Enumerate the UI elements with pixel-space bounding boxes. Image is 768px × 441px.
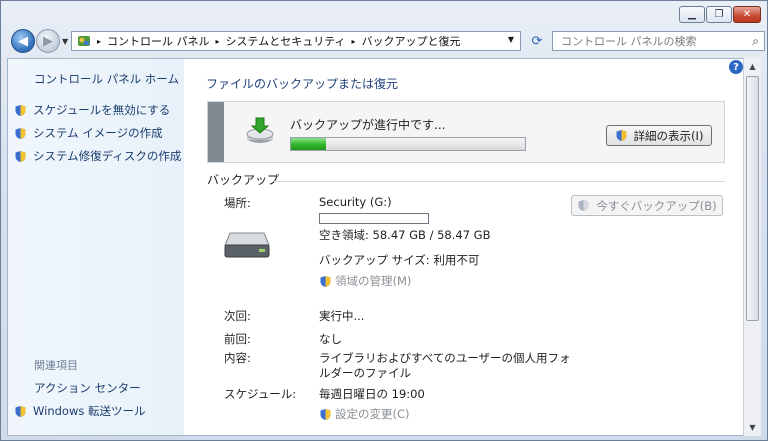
breadcrumb-separator[interactable]: ▸ xyxy=(216,37,220,46)
search-placeholder: コントロール パネルの検索 xyxy=(561,35,697,48)
progress-status: バックアップが進行中です... xyxy=(290,118,446,132)
next-label: 次回: xyxy=(224,309,251,323)
progress-bar xyxy=(290,137,526,151)
last-value: なし xyxy=(319,332,342,346)
create-system-image-link[interactable]: システム イメージの作成 xyxy=(14,125,163,141)
breadcrumb-backup-restore[interactable]: バックアップと復元 xyxy=(362,33,461,49)
scroll-up-icon[interactable]: ▲ xyxy=(744,59,761,74)
manage-space-label: 領域の管理(M) xyxy=(335,274,412,288)
breadcrumb-separator[interactable]: ▸ xyxy=(97,37,101,46)
search-icon[interactable]: ⌕ xyxy=(752,34,759,49)
page-title: ファイルのバックアップまたは復元 xyxy=(206,77,399,91)
control-panel-icon xyxy=(78,36,90,46)
shield-icon xyxy=(15,405,26,417)
maximize-button[interactable]: ❐ xyxy=(706,6,732,23)
disable-schedule-label: スケジュールを無効にする xyxy=(33,103,171,117)
shield-icon xyxy=(15,150,26,162)
backup-now-button[interactable]: 今すぐバックアップ(B) xyxy=(571,195,723,216)
progress-fill xyxy=(291,138,327,150)
back-button[interactable]: ◀ xyxy=(11,29,35,53)
breadcrumb: ▸ コントロール パネル ▸ システムとセキュリティ ▸ バックアップと復元 xyxy=(91,33,461,49)
free-space: 空き領域: 58.47 GB / 58.47 GB xyxy=(319,228,491,242)
contents-label: 内容: xyxy=(224,351,251,365)
window-controls: ▁ ❐ ✕ xyxy=(679,6,761,23)
control-panel-home-link[interactable]: コントロール パネル ホーム xyxy=(34,71,179,87)
shield-icon xyxy=(578,200,589,211)
breadcrumb-control-panel[interactable]: コントロール パネル xyxy=(107,33,210,49)
create-system-image-label: システム イメージの作成 xyxy=(33,126,163,140)
backup-now-label: 今すぐバックアップ(B) xyxy=(596,198,717,213)
forward-button[interactable]: ▶ xyxy=(36,29,60,53)
next-value: 実行中... xyxy=(319,309,365,323)
backup-drive-name: Security (G:) xyxy=(319,195,392,209)
backup-section-title: バックアップ xyxy=(207,173,280,187)
related-title: 関連項目 xyxy=(34,359,78,372)
view-details-label: 詳細の表示(I) xyxy=(633,128,704,143)
navigation-bar: ◀ ▶ ▼ ▸ コントロール パネル ▸ システムとセキュリティ ▸ バックアッ… xyxy=(7,29,765,57)
breadcrumb-separator[interactable]: ▸ xyxy=(352,37,356,46)
manage-space-link[interactable]: 領域の管理(M) xyxy=(319,273,411,289)
title-bar: ▁ ❐ ✕ xyxy=(1,1,767,29)
address-dropdown-icon[interactable]: ▼ xyxy=(508,35,514,44)
contents-value-line2: ルダーのファイル xyxy=(319,366,411,380)
action-center-link[interactable]: アクション センター xyxy=(34,380,141,396)
close-button[interactable]: ✕ xyxy=(733,6,761,23)
shield-icon xyxy=(616,130,627,141)
breadcrumb-system-security[interactable]: システムとセキュリティ xyxy=(226,33,346,49)
last-label: 前回: xyxy=(224,332,251,346)
create-repair-disc-link[interactable]: システム修復ディスクの作成 xyxy=(14,148,181,164)
location-label: 場所: xyxy=(224,196,251,210)
view-details-button[interactable]: 詳細の表示(I) xyxy=(606,125,712,146)
vertical-scrollbar[interactable]: ▲ ▼ xyxy=(743,58,761,436)
address-bar[interactable]: ▸ コントロール パネル ▸ システムとセキュリティ ▸ バックアップと復元 ▼ xyxy=(71,31,521,51)
drive-icon xyxy=(224,232,270,258)
sidebar: コントロール パネル ホーム スケジュールを無効にする システム イメージの作成… xyxy=(8,59,184,435)
shield-icon xyxy=(15,127,26,139)
change-settings-link[interactable]: 設定の変更(C) xyxy=(319,406,410,422)
windows-transfer-link[interactable]: Windows 転送ツール xyxy=(14,403,146,419)
panel-accent-bar xyxy=(208,102,224,162)
backup-icon xyxy=(246,117,274,143)
backup-restore-window: ▁ ❐ ✕ ◀ ▶ ▼ ▸ コントロール パネル ▸ システムとセキュリティ ▸… xyxy=(0,0,768,441)
refresh-icon[interactable]: ⟳ xyxy=(525,31,549,51)
backup-size: バックアップ サイズ: 利用不可 xyxy=(319,253,480,267)
help-icon[interactable]: ? xyxy=(729,60,743,74)
shield-icon xyxy=(320,275,331,287)
drive-usage-bar xyxy=(319,213,429,224)
scroll-down-icon[interactable]: ▼ xyxy=(744,420,761,435)
shield-icon xyxy=(15,104,26,116)
windows-transfer-label: Windows 転送ツール xyxy=(33,404,146,418)
scroll-thumb[interactable] xyxy=(746,76,759,321)
schedule-value: 毎週日曜日の 19:00 xyxy=(319,387,425,401)
search-input[interactable]: コントロール パネルの検索 ⌕ xyxy=(552,31,765,51)
create-repair-disc-label: システム修復ディスクの作成 xyxy=(33,149,182,163)
change-settings-label: 設定の変更(C) xyxy=(335,407,410,421)
contents-value-line1: ライブラリおよびすべてのユーザーの個人用フォ xyxy=(319,351,571,365)
recent-pages-dropdown[interactable]: ▼ xyxy=(62,37,68,46)
backup-progress-panel: バックアップが進行中です... 詳細の表示(I) xyxy=(207,101,725,163)
disable-schedule-link[interactable]: スケジュールを無効にする xyxy=(14,102,170,118)
content-area: コントロール パネル ホーム スケジュールを無効にする システム イメージの作成… xyxy=(7,58,751,436)
section-divider xyxy=(274,181,725,182)
schedule-label: スケジュール: xyxy=(224,387,297,401)
main-panel: ファイルのバックアップまたは復元 バックアップが進行中です... 詳細の表示(I… xyxy=(196,59,736,435)
minimize-button[interactable]: ▁ xyxy=(679,6,705,23)
shield-icon xyxy=(320,408,331,420)
